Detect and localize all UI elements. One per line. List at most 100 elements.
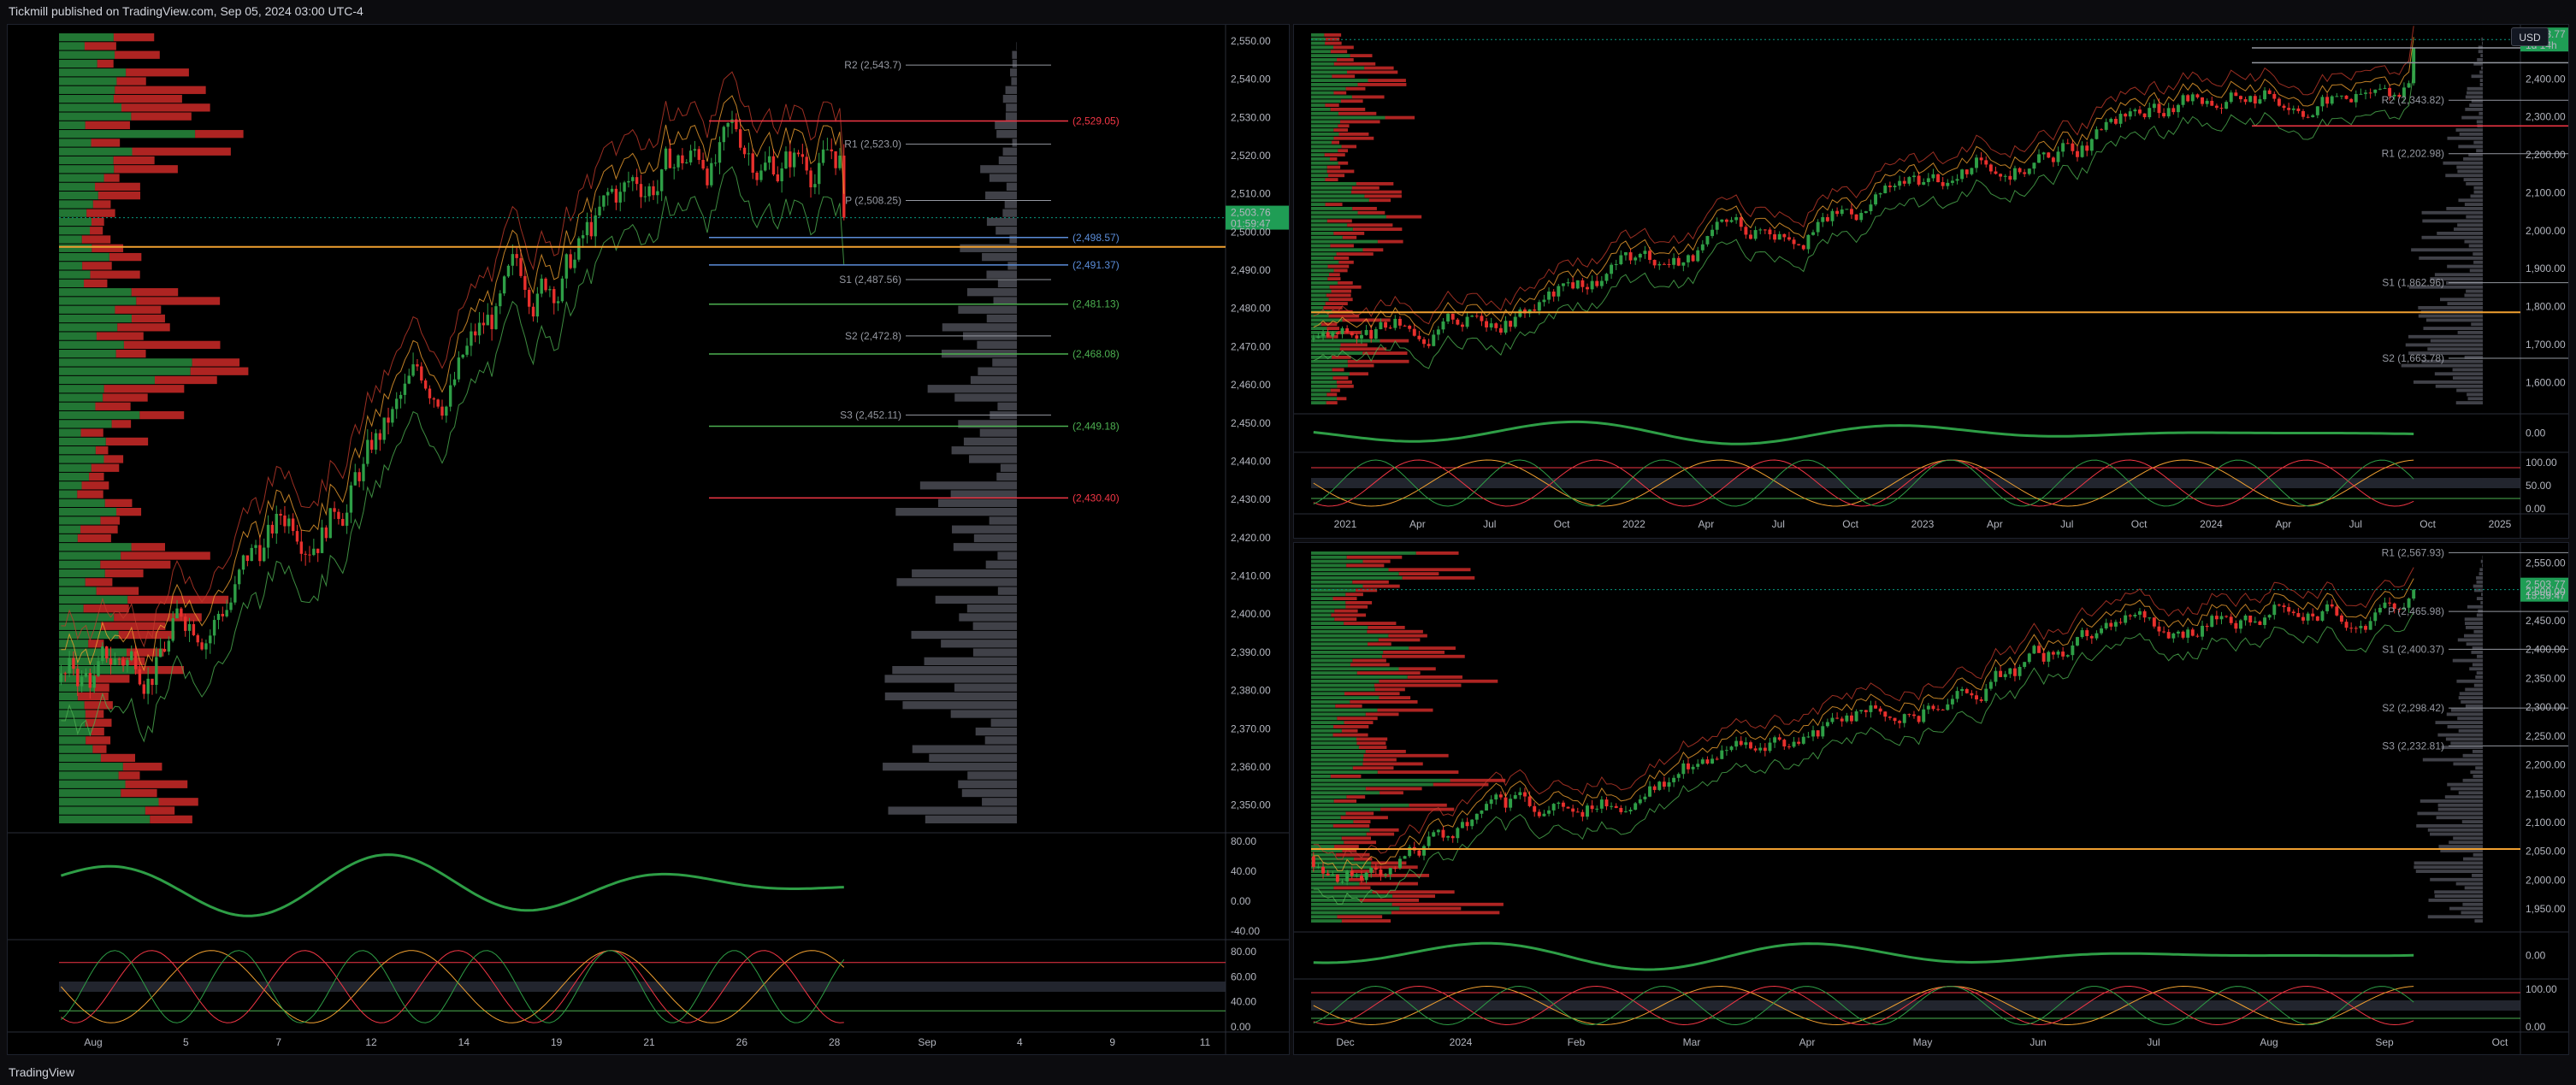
- chart-panel-bottom-right[interactable]: R1 (2,567.93) P (2,465.98) S1 (2,400.37) S2…: [1293, 542, 2569, 1055]
- volume-profile-right-bar: [2465, 108, 2483, 111]
- candle-body: [764, 162, 767, 171]
- candle-body: [465, 345, 469, 355]
- candle-body: [1379, 870, 1383, 876]
- chart-top-right-svg[interactable]: R2 (2,343.82)R1 (2,202.98)S1 (1,862.96)S…: [1294, 25, 2569, 539]
- candle-body: [1749, 234, 1752, 239]
- chart-bottom-right-svg[interactable]: R1 (2,567.93)P (2,465.98)S1 (2,400.37)S2…: [1294, 543, 2569, 1055]
- volume-profile-right-bar: [2467, 397, 2483, 401]
- y-tick-label: 2,050.00: [2526, 846, 2566, 858]
- indicator2-tick-label: 0.00: [1231, 1021, 1251, 1033]
- volume-profile-buy-bar: [1311, 194, 1365, 198]
- volume-profile-sell-bar: [132, 147, 231, 156]
- volume-profile-right-bar: [2447, 782, 2483, 787]
- volume-profile-right-bar: [2462, 778, 2483, 782]
- candle-body: [2287, 108, 2291, 110]
- volume-profile-right-bar: [2473, 584, 2483, 588]
- candle-body: [776, 174, 779, 182]
- volume-profile-buy-bar: [1311, 770, 1378, 774]
- candle-body: [1854, 214, 1858, 221]
- volume-profile-buy-bar: [59, 763, 123, 771]
- volume-profile-right-bar: [2477, 58, 2483, 62]
- chart-left-svg[interactable]: R2 (2,543.7)R1 (2,523.0)P (2,508.25)S1 (…: [8, 25, 1290, 1055]
- volume-profile-buy-bar: [1311, 103, 1326, 107]
- chart-panel-top-right[interactable]: R2 (2,343.82) R1 (2,202.98) S1 (1,862.96) S…: [1293, 24, 2569, 539]
- volume-profile-buy-bar: [1311, 161, 1338, 165]
- candle-body: [1849, 715, 1853, 722]
- volume-profile-sell-bar: [1326, 165, 1341, 169]
- volume-profile-buy-bar: [59, 788, 121, 798]
- candle-body: [2176, 104, 2180, 113]
- candle-body: [548, 289, 552, 291]
- volume-profile-right-bar: [2447, 725, 2483, 728]
- volume-profile-sell-bar: [1338, 161, 1349, 165]
- candle-body: [270, 524, 275, 534]
- candle-body: [1715, 758, 1719, 760]
- volume-profile-buy-bar: [1311, 351, 1363, 355]
- volume-profile-sell-bar: [1325, 41, 1342, 45]
- candle-body: [2089, 139, 2094, 151]
- candle-body: [834, 150, 837, 168]
- pivot-label: S3 (2,452.11): [840, 409, 901, 421]
- candle-body: [2344, 95, 2349, 99]
- candle-body: [353, 472, 357, 486]
- candle-body: [589, 221, 594, 237]
- volume-profile-sell-bar: [1334, 609, 1358, 613]
- candle-body: [1393, 318, 1397, 328]
- candle-body: [499, 293, 502, 307]
- volume-profile-buy-bar: [1311, 584, 1363, 588]
- volume-profile-right-bar: [2481, 66, 2483, 70]
- volume-profile-sell-bar: [113, 94, 182, 103]
- candle-body: [2407, 83, 2411, 88]
- currency-selector[interactable]: USD: [2511, 27, 2549, 46]
- candle-body: [1874, 194, 1878, 205]
- volume-profile-buy-bar: [1311, 264, 1328, 268]
- pivot-label: P (2,465.98): [2388, 605, 2444, 617]
- candle-body: [809, 170, 812, 188]
- candle-body: [1441, 321, 1445, 330]
- indicator1-tick-label: 0.00: [2526, 950, 2546, 962]
- candle-body: [1610, 805, 1614, 807]
- volume-profile-right-bar: [2413, 380, 2483, 384]
- volume-profile-buy-bar: [59, 165, 115, 174]
- tradingview-logo[interactable]: TradingView: [9, 1065, 74, 1079]
- volume-profile-right-bar: [2439, 298, 2483, 302]
- volume-profile-sell-bar: [131, 543, 165, 551]
- y-tick-label: 2,200.00: [2526, 149, 2566, 161]
- volume-profile-buy-bar: [59, 402, 96, 410]
- volume-profile-sell-bar: [1338, 281, 1353, 285]
- candle-body: [528, 290, 531, 307]
- chart-panel-left[interactable]: R2 (2,543.7) R1 (2,523.0) P (2,508.25) S1 (…: [7, 24, 1290, 1055]
- candle-body: [328, 508, 332, 539]
- x-tick-label: Jun: [2029, 1036, 2046, 1048]
- candle-body: [2291, 108, 2295, 110]
- volume-profile-right-bar: [2427, 915, 2483, 919]
- candle-body: [2229, 92, 2233, 103]
- volume-profile-right-bar: [884, 692, 1017, 701]
- candle-body: [1960, 169, 1964, 180]
- volume-profile-buy-bar: [1311, 210, 1358, 215]
- volume-profile-sell-bar: [1409, 646, 1456, 650]
- volume-profile-sell-bar: [91, 463, 120, 472]
- volume-profile-sell-bar: [1352, 207, 1377, 210]
- candle-body: [416, 364, 419, 367]
- volume-profile-right-bar: [2475, 675, 2483, 679]
- pivot-label: R1 (2,202.98): [2382, 148, 2444, 160]
- volume-profile-buy-bar: [1311, 762, 1363, 766]
- candle-body: [523, 275, 527, 291]
- candle-body: [1355, 335, 1359, 339]
- candle-body: [92, 675, 96, 688]
- candle-body: [2113, 118, 2118, 124]
- volume-profile-sell-bar: [1341, 728, 1358, 733]
- candle-body: [2315, 616, 2319, 621]
- volume-profile-buy-bar: [1311, 836, 1342, 840]
- volume-profile-sell-bar: [1351, 190, 1402, 194]
- volume-profile-buy-bar: [1311, 580, 1353, 584]
- volume-profile-sell-bar: [1330, 388, 1340, 392]
- volume-profile-buy-bar: [1311, 327, 1327, 330]
- volume-profile-right-bar: [989, 516, 1017, 525]
- volume-profile-buy-bar: [1311, 248, 1363, 252]
- volume-profile-sell-bar: [1362, 758, 1397, 762]
- volume-profile-right-bar: [992, 358, 1017, 367]
- candle-body: [1931, 174, 1935, 179]
- volume-profile-sell-bar: [195, 130, 244, 139]
